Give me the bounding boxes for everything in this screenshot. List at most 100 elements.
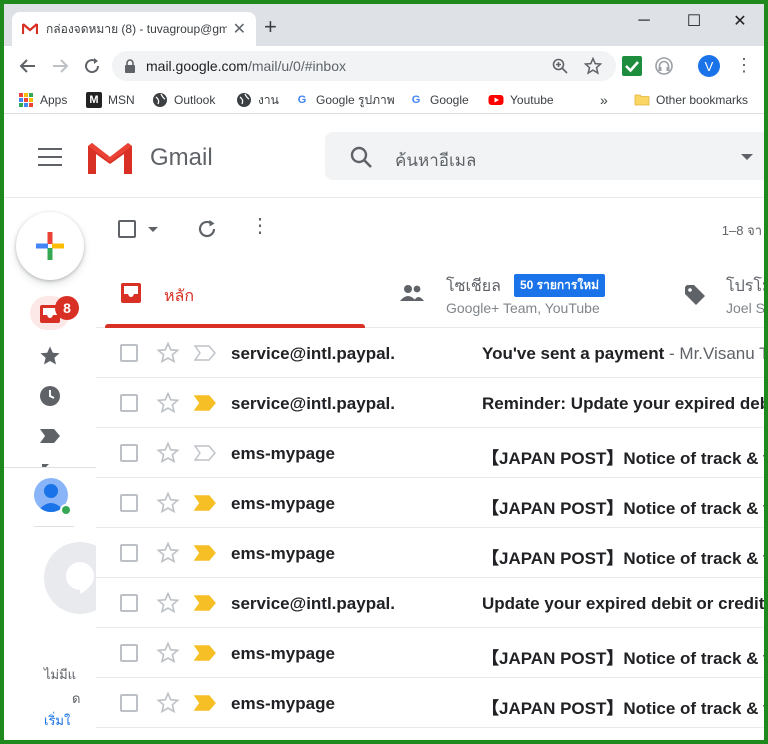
zoom-icon[interactable] <box>552 58 568 74</box>
search-bar[interactable]: ค้นหาอีเมล <box>325 132 764 180</box>
folder-icon <box>634 94 650 106</box>
bookmark-msn[interactable]: M MSN <box>86 90 135 110</box>
importance-marker-icon[interactable] <box>194 595 216 611</box>
bookmarks-overflow-button[interactable]: » <box>600 90 608 110</box>
row-checkbox[interactable] <box>120 344 138 362</box>
new-tab-button[interactable]: + <box>264 16 277 38</box>
tab-promotions-label: โปรโม <box>726 278 764 295</box>
star-outline-icon[interactable] <box>156 391 180 415</box>
browser-tab-gmail[interactable]: กล่องจดหมาย (8) - tuvagroup@gm ✕ <box>12 12 256 46</box>
address-bar[interactable]: mail.google.com/mail/u/0/#inbox <box>112 51 616 81</box>
profile-avatar[interactable]: V <box>698 55 720 77</box>
email-subject-line: 【JAPAN POST】Notice of track & t <box>482 494 764 519</box>
select-all-checkbox[interactable] <box>118 220 136 238</box>
refresh-icon[interactable] <box>196 218 218 240</box>
email-subject: 【JAPAN POST】Notice of track & t <box>482 699 764 718</box>
extension-check-icon[interactable] <box>622 56 642 76</box>
globe-icon <box>153 93 167 107</box>
bookmark-youtube[interactable]: Youtube <box>488 90 554 110</box>
bookmark-google[interactable]: G Google <box>408 90 469 110</box>
maximize-button[interactable]: ☐ <box>674 8 714 34</box>
browser-menu-icon[interactable]: ⋮ <box>734 56 754 76</box>
email-subject: 【JAPAN POST】Notice of track & t <box>482 649 764 668</box>
bookmark-work[interactable]: งาน <box>236 90 279 110</box>
email-row[interactable]: ems-mypage 【JAPAN POST】Notice of track & … <box>96 628 764 678</box>
row-checkbox[interactable] <box>120 444 138 462</box>
email-row[interactable]: ems-mypage 【JAPAN POST】Notice of track & … <box>96 528 764 578</box>
nav-starred[interactable] <box>38 344 62 368</box>
star-outline-icon[interactable] <box>156 491 180 515</box>
importance-marker-icon[interactable] <box>194 495 216 511</box>
minimize-button[interactable]: ─ <box>624 8 664 34</box>
email-subject: Reminder: Update your expired deb <box>482 394 764 413</box>
compose-button[interactable] <box>16 212 84 280</box>
bookmark-google-photos[interactable]: G Google รูปภาพ <box>294 90 395 110</box>
back-button[interactable] <box>16 54 40 78</box>
row-checkbox[interactable] <box>120 394 138 412</box>
extension-headphones-icon[interactable] <box>654 56 674 76</box>
email-sender: ems-mypage <box>231 444 335 463</box>
hangouts-start-link[interactable]: เริ่มใ <box>44 710 70 731</box>
importance-marker-icon[interactable] <box>194 545 216 561</box>
row-checkbox[interactable] <box>120 494 138 512</box>
email-row[interactable]: ems-mypage 【JAPAN POST】Notice of track & … <box>96 678 764 728</box>
gmail-header: Gmail ค้นหาอีเมล <box>4 114 764 198</box>
hangouts-empty-text-2: ด <box>72 691 81 706</box>
importance-marker-icon[interactable] <box>194 345 216 361</box>
importance-marker-icon[interactable] <box>194 695 216 711</box>
search-input[interactable]: ค้นหาอีเมล <box>395 147 476 174</box>
row-checkbox[interactable] <box>120 594 138 612</box>
bookmark-star-icon[interactable] <box>584 57 602 75</box>
rail-divider-2 <box>34 526 74 527</box>
bookmark-apps[interactable]: Apps <box>18 90 67 110</box>
apps-grid-icon <box>19 93 33 107</box>
forward-arrow-icon <box>53 59 69 73</box>
star-outline-icon[interactable] <box>156 341 180 365</box>
email-sender: ems-mypage <box>231 494 335 513</box>
main-menu-icon[interactable] <box>38 148 62 166</box>
email-subject-line: You've sent a payment - Mr.Visanu T <box>482 344 764 364</box>
close-window-button[interactable]: ✕ <box>720 8 760 34</box>
search-icon[interactable] <box>349 145 373 169</box>
nav-snoozed[interactable] <box>38 384 62 408</box>
email-row[interactable]: service@intl.paypal. Update your expired … <box>96 578 764 628</box>
bookmark-outlook[interactable]: Outlook <box>152 90 215 110</box>
tag-icon <box>685 285 705 305</box>
email-subject-line: 【JAPAN POST】Notice of track & t <box>482 444 764 469</box>
back-arrow-icon <box>19 59 35 73</box>
more-actions-icon[interactable]: ⋮ <box>250 216 270 236</box>
bookmark-other[interactable]: Other bookmarks <box>634 90 748 110</box>
tab-primary[interactable]: หลัก <box>96 258 376 328</box>
gmail-wordmark: Gmail <box>150 144 213 171</box>
browser-toolbar: mail.google.com/mail/u/0/#inbox V ⋮ <box>4 46 764 86</box>
email-row[interactable]: service@intl.paypal. Reminder: Update you… <box>96 378 764 428</box>
nav-important[interactable] <box>38 424 62 448</box>
importance-marker-icon[interactable] <box>194 645 216 661</box>
email-subject: 【JAPAN POST】Notice of track & t <box>482 499 764 518</box>
importance-marker-icon[interactable] <box>194 395 216 411</box>
clock-icon <box>40 386 60 406</box>
inbox-icon <box>121 283 141 303</box>
tab-promotions[interactable]: โปรโม Joel S <box>682 258 764 328</box>
email-row[interactable]: ems-mypage 【JAPAN POST】Notice of track & … <box>96 478 764 528</box>
tab-title: กล่องจดหมาย (8) - tuvagroup@gm <box>46 21 227 36</box>
star-outline-icon[interactable] <box>156 591 180 615</box>
important-label-icon <box>40 429 60 443</box>
star-outline-icon[interactable] <box>156 441 180 465</box>
star-outline-icon[interactable] <box>156 691 180 715</box>
reload-button[interactable] <box>80 54 104 78</box>
email-row[interactable]: ems-mypage 【JAPAN POST】Notice of track & … <box>96 428 764 478</box>
list-toolbar: ⋮ 1–8 จา <box>96 198 764 258</box>
tab-social[interactable]: โซเชียล 50 รายการใหม่ Google+ Team, YouT… <box>386 258 686 328</box>
forward-button[interactable] <box>48 54 72 78</box>
star-outline-icon[interactable] <box>156 641 180 665</box>
search-options-icon[interactable] <box>741 154 753 160</box>
row-checkbox[interactable] <box>120 694 138 712</box>
row-checkbox[interactable] <box>120 644 138 662</box>
select-dropdown-icon[interactable] <box>148 227 158 232</box>
tab-close-icon[interactable]: ✕ <box>233 19 246 39</box>
star-outline-icon[interactable] <box>156 541 180 565</box>
row-checkbox[interactable] <box>120 544 138 562</box>
email-row[interactable]: service@intl.paypal. You've sent a paymen… <box>96 328 764 378</box>
importance-marker-icon[interactable] <box>194 445 216 461</box>
